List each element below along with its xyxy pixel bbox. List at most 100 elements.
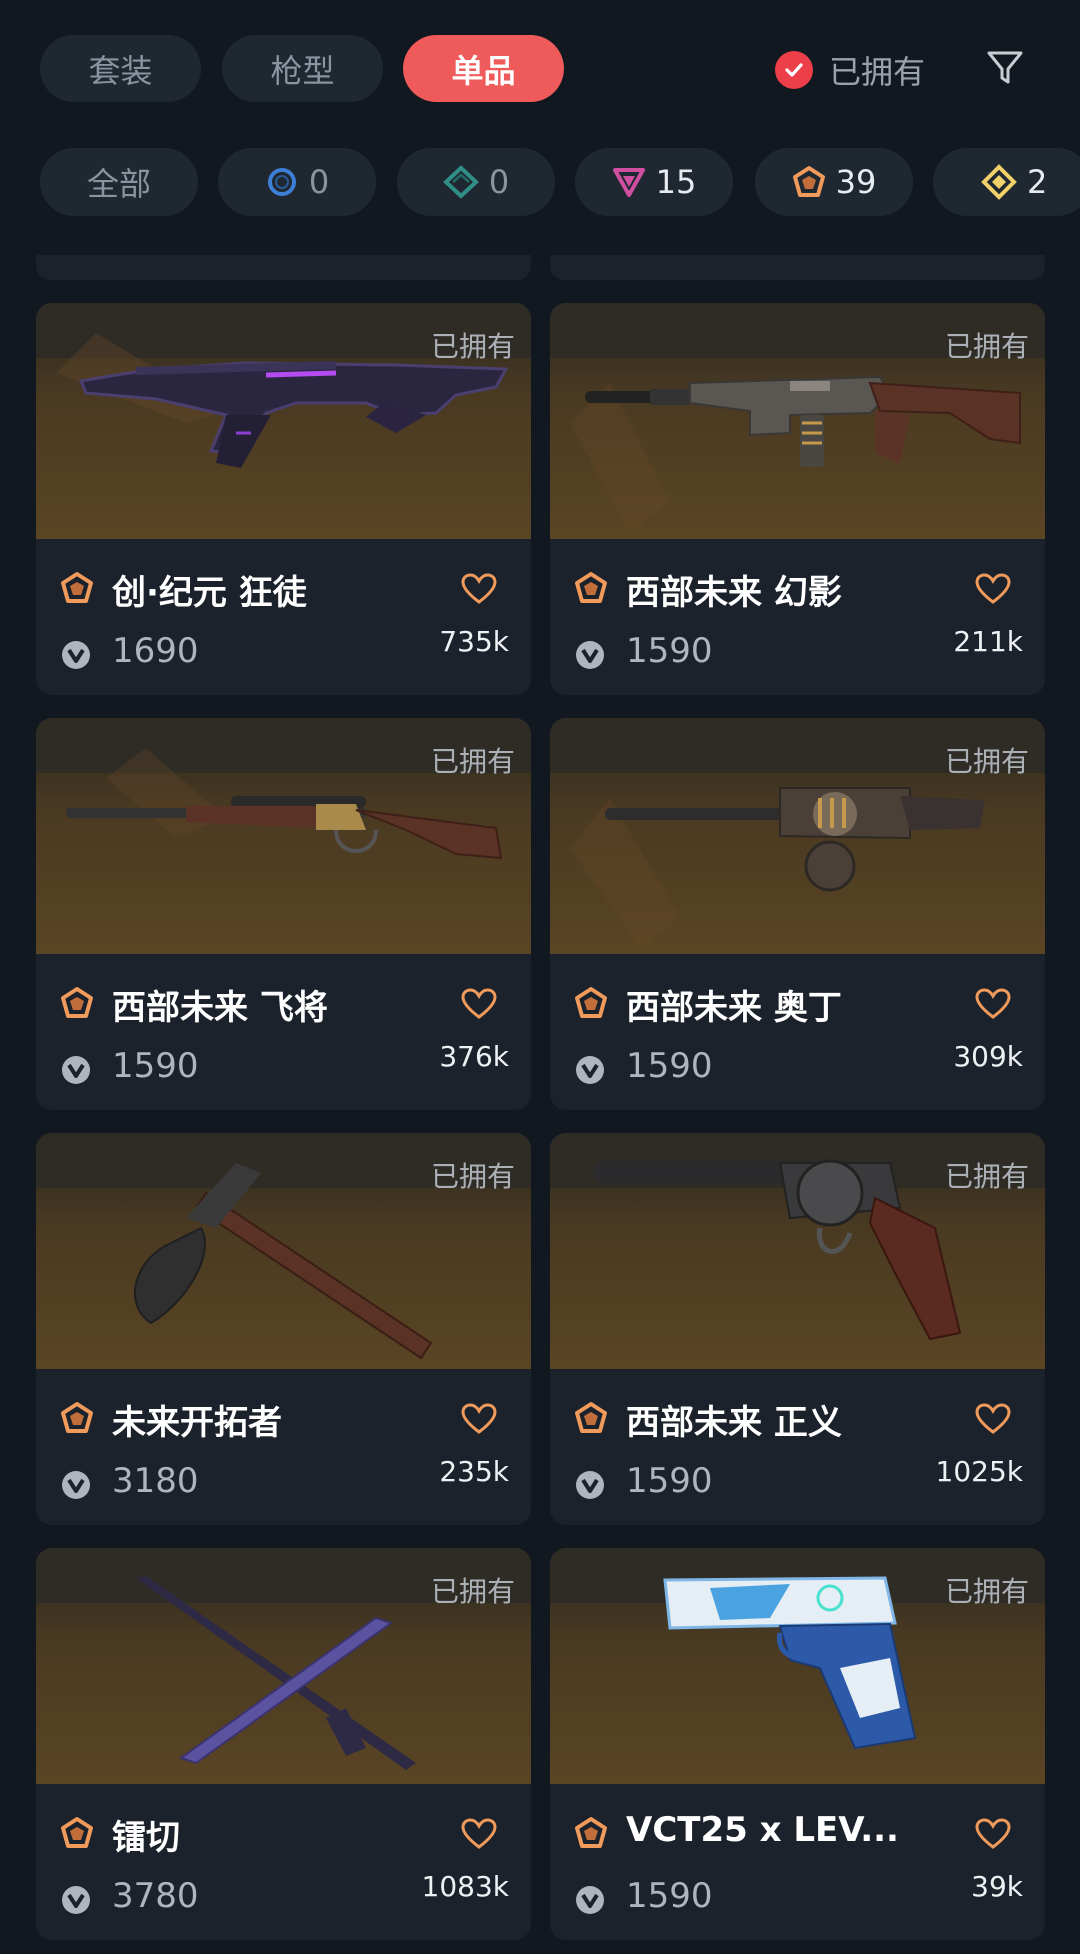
skin-info: 西部未来 奥丁 1590 309k bbox=[550, 954, 1045, 1110]
owned-tag: 已拥有 bbox=[944, 1160, 1029, 1193]
filter-funnel-icon[interactable] bbox=[985, 48, 1025, 88]
tab-bundles[interactable]: 套装 bbox=[40, 35, 201, 102]
like-count: 376k bbox=[439, 1040, 509, 1073]
heart-icon[interactable] bbox=[461, 573, 497, 605]
skin-image: 已拥有 bbox=[550, 1133, 1045, 1369]
valorant-points-icon bbox=[62, 641, 90, 669]
skin-price: 3180 bbox=[112, 1461, 199, 1501]
valorant-points-icon bbox=[62, 1471, 90, 1499]
skin-collection-page: 套装 枪型 单品 已拥有 全部 0 0 15 39 2 已拥有 创·纪元 狂徒 … bbox=[0, 0, 1080, 1954]
chip-premium-tier[interactable]: 15 bbox=[575, 148, 733, 216]
like-count: 735k bbox=[439, 625, 509, 658]
chip-all-label: 全部 bbox=[86, 165, 151, 203]
owned-tag: 已拥有 bbox=[430, 1160, 515, 1193]
heart-icon[interactable] bbox=[975, 988, 1011, 1020]
skin-image: 已拥有 bbox=[550, 303, 1045, 539]
heart-icon[interactable] bbox=[461, 1818, 497, 1850]
chip-ultra-tier[interactable]: 2 bbox=[933, 148, 1080, 216]
chip-deluxe-tier[interactable]: 0 bbox=[397, 148, 555, 216]
skin-card[interactable]: 已拥有 西部未来 正义 1590 1025k bbox=[550, 1133, 1045, 1525]
skin-info: VCT25 x LEV... 1590 39k bbox=[550, 1784, 1045, 1940]
exclusive-tier-icon bbox=[575, 572, 607, 603]
like-count: 1025k bbox=[935, 1455, 1023, 1488]
owned-tag: 已拥有 bbox=[430, 745, 515, 778]
owned-tag: 已拥有 bbox=[430, 1575, 515, 1608]
skin-card[interactable]: 已拥有 未来开拓者 3180 235k bbox=[36, 1133, 531, 1525]
chip-exclusive-tier[interactable]: 39 bbox=[755, 148, 913, 216]
chip-deluxe-count: 0 bbox=[488, 163, 510, 201]
skin-info: 西部未来 幻影 1590 211k bbox=[550, 539, 1045, 695]
chip-all[interactable]: 全部 bbox=[40, 148, 198, 216]
partial-card-above bbox=[36, 255, 531, 280]
tab-single-items[interactable]: 单品 bbox=[403, 35, 564, 102]
skin-name: 西部未来 奥丁 bbox=[626, 988, 842, 1028]
check-icon bbox=[775, 51, 813, 89]
skin-info: 未来开拓者 3180 235k bbox=[36, 1369, 531, 1525]
skin-price: 1590 bbox=[626, 1046, 713, 1086]
exclusive-tier-icon bbox=[61, 1817, 93, 1848]
top-bar: 套装 枪型 单品 已拥有 bbox=[0, 0, 1080, 130]
skin-image: 已拥有 bbox=[36, 303, 531, 539]
skin-name: 西部未来 飞将 bbox=[112, 988, 328, 1028]
skin-image: 已拥有 bbox=[550, 1548, 1045, 1784]
skin-info: 西部未来 飞将 1590 376k bbox=[36, 954, 531, 1110]
skin-card[interactable]: 已拥有 创·纪元 狂徒 1690 735k bbox=[36, 303, 531, 695]
exclusive-tier-icon bbox=[61, 987, 93, 1018]
skin-card[interactable]: 已拥有 西部未来 奥丁 1590 309k bbox=[550, 718, 1045, 1110]
heart-icon[interactable] bbox=[461, 1403, 497, 1435]
skin-price: 1690 bbox=[112, 631, 199, 671]
skin-name: 未来开拓者 bbox=[112, 1403, 282, 1443]
heart-icon[interactable] bbox=[975, 573, 1011, 605]
owned-tag: 已拥有 bbox=[944, 330, 1029, 363]
owned-tag: 已拥有 bbox=[944, 1575, 1029, 1608]
skin-image: 已拥有 bbox=[36, 1548, 531, 1784]
skin-image: 已拥有 bbox=[36, 1133, 531, 1369]
owned-filter-toggle[interactable]: 已拥有 bbox=[775, 42, 925, 98]
premium-tier-icon bbox=[612, 168, 645, 197]
heart-icon[interactable] bbox=[975, 1818, 1011, 1850]
skin-name: VCT25 x LEV... bbox=[626, 1810, 899, 1850]
chip-select-count: 0 bbox=[308, 163, 330, 201]
heart-icon[interactable] bbox=[461, 988, 497, 1020]
valorant-points-icon bbox=[576, 1471, 604, 1499]
skin-card[interactable]: 已拥有 西部未来 飞将 1590 376k bbox=[36, 718, 531, 1110]
skin-price: 3780 bbox=[112, 1876, 199, 1916]
ultra-tier-icon bbox=[981, 164, 1017, 200]
skin-info: 西部未来 正义 1590 1025k bbox=[550, 1369, 1045, 1525]
exclusive-tier-icon bbox=[575, 987, 607, 1018]
select-tier-icon bbox=[267, 168, 296, 196]
rarity-filter-chips: 全部 0 0 15 39 2 bbox=[0, 148, 1080, 218]
like-count: 39k bbox=[971, 1870, 1023, 1903]
exclusive-tier-icon bbox=[792, 166, 825, 197]
exclusive-tier-icon bbox=[575, 1817, 607, 1848]
skin-info: 创·纪元 狂徒 1690 735k bbox=[36, 539, 531, 695]
skin-image: 已拥有 bbox=[36, 718, 531, 954]
chip-exclusive-count: 39 bbox=[835, 163, 877, 201]
skin-name: 西部未来 幻影 bbox=[626, 573, 842, 613]
skin-info: 镭切 3780 1083k bbox=[36, 1784, 531, 1940]
owned-tag: 已拥有 bbox=[430, 330, 515, 363]
skin-price: 1590 bbox=[112, 1046, 199, 1086]
exclusive-tier-icon bbox=[61, 572, 93, 603]
tab-weapon-types[interactable]: 枪型 bbox=[222, 35, 383, 102]
partial-card-above bbox=[550, 255, 1045, 280]
valorant-points-icon bbox=[62, 1056, 90, 1084]
heart-icon[interactable] bbox=[975, 1403, 1011, 1435]
skin-image: 已拥有 bbox=[550, 718, 1045, 954]
skin-card[interactable]: 已拥有 镭切 3780 1083k bbox=[36, 1548, 531, 1940]
like-count: 309k bbox=[953, 1040, 1023, 1073]
skin-name: 创·纪元 狂徒 bbox=[112, 573, 307, 613]
skin-card[interactable]: 已拥有 西部未来 幻影 1590 211k bbox=[550, 303, 1045, 695]
chip-ultra-count: 2 bbox=[1027, 163, 1048, 201]
chip-select-tier[interactable]: 0 bbox=[218, 148, 376, 216]
exclusive-tier-icon bbox=[61, 1402, 93, 1433]
valorant-points-icon bbox=[576, 1056, 604, 1084]
owned-filter-label: 已拥有 bbox=[829, 53, 926, 91]
valorant-points-icon bbox=[576, 641, 604, 669]
skin-price: 1590 bbox=[626, 1461, 713, 1501]
skin-card[interactable]: 已拥有 VCT25 x LEV... 1590 39k bbox=[550, 1548, 1045, 1940]
skin-name: 西部未来 正义 bbox=[626, 1403, 842, 1443]
skin-price: 1590 bbox=[626, 631, 713, 671]
like-count: 235k bbox=[439, 1455, 509, 1488]
exclusive-tier-icon bbox=[575, 1402, 607, 1433]
